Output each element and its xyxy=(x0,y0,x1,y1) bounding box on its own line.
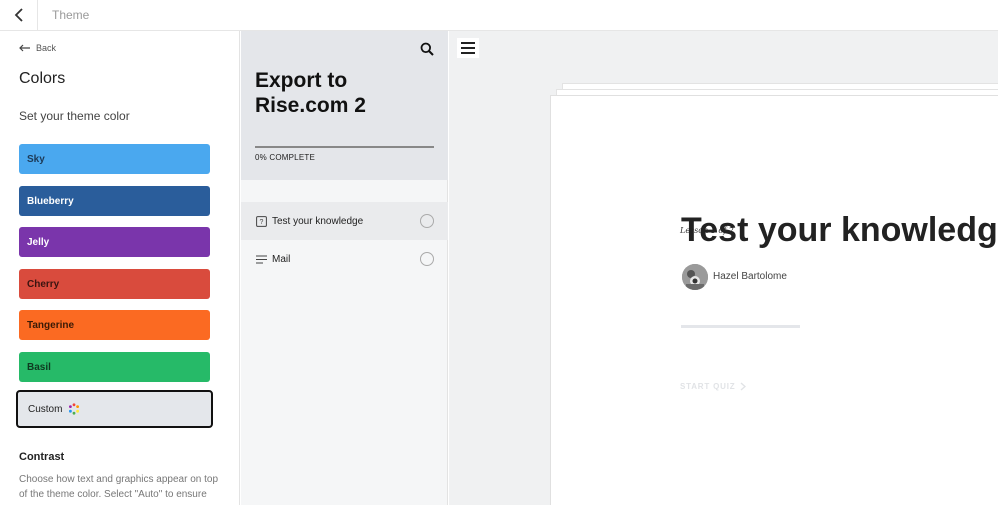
swatch-custom[interactable]: Custom xyxy=(16,390,213,428)
outline-header: Export to Rise.com 2 0% COMPLETE xyxy=(241,31,448,180)
start-quiz-button[interactable]: START QUIZ xyxy=(680,382,747,391)
swatch-label: Custom xyxy=(28,403,63,415)
lesson-page: Lesson 1 of 2 xyxy=(550,95,998,505)
swatch-tangerine[interactable]: Tangerine xyxy=(19,310,210,340)
lesson-item[interactable]: Mail xyxy=(241,240,448,278)
lesson-divider xyxy=(681,325,800,328)
contrast-title: Contrast xyxy=(19,451,65,463)
lesson-item[interactable]: ? Test your knowledge xyxy=(241,202,448,240)
course-progress-text: 0% COMPLETE xyxy=(255,153,315,162)
search-icon[interactable] xyxy=(420,42,434,56)
chevron-left-icon xyxy=(14,8,23,22)
swatch-jelly[interactable]: Jelly xyxy=(19,227,210,257)
swatch-blueberry[interactable]: Blueberry xyxy=(19,186,210,216)
close-panel-button[interactable] xyxy=(0,0,38,31)
hamburger-icon xyxy=(461,42,475,44)
menu-toggle-button[interactable] xyxy=(457,38,479,58)
topbar-title: Theme xyxy=(52,8,90,22)
color-wheel-icon xyxy=(69,403,80,415)
course-outline: Export to Rise.com 2 0% COMPLETE ? Test … xyxy=(241,31,448,505)
swatch-label: Jelly xyxy=(27,236,50,248)
quiz-icon: ? xyxy=(255,215,267,227)
back-link[interactable]: Back xyxy=(19,43,56,53)
chevron-right-icon xyxy=(740,382,747,391)
lesson-status-circle xyxy=(420,214,434,228)
lesson-label: Mail xyxy=(272,253,291,265)
back-label: Back xyxy=(36,43,57,53)
start-quiz-label: START QUIZ xyxy=(680,382,736,391)
lesson-status-circle xyxy=(420,252,434,266)
course-preview: Lesson 1 of 2 xyxy=(449,31,998,505)
hamburger-icon-line xyxy=(461,47,475,49)
avatar xyxy=(682,264,708,290)
lesson-label: Test your knowledge xyxy=(272,215,364,227)
swatch-cherry[interactable]: Cherry xyxy=(19,269,210,299)
theme-settings-panel: Back Colors Set your theme color Sky Blu… xyxy=(0,31,240,505)
hamburger-icon-line xyxy=(461,52,475,54)
course-title: Export to Rise.com 2 xyxy=(255,69,366,117)
author-name: Hazel Bartolome xyxy=(713,271,787,282)
swatch-label: Basil xyxy=(27,361,51,373)
course-progress-bar xyxy=(255,146,434,148)
swatch-sky[interactable]: Sky xyxy=(19,144,210,174)
svg-text:?: ? xyxy=(259,219,263,226)
swatch-label: Tangerine xyxy=(27,319,75,331)
panel-title: Colors xyxy=(19,70,66,87)
swatch-label: Sky xyxy=(27,153,45,165)
swatch-label: Cherry xyxy=(27,278,60,290)
contrast-description: Choose how text and graphics appear on t… xyxy=(19,474,219,500)
lesson-title: Test your knowledge xyxy=(681,211,998,249)
panel-subtitle: Set your theme color xyxy=(19,109,130,123)
text-lines-icon xyxy=(255,253,267,265)
top-bar: Theme xyxy=(0,0,998,31)
swatch-label: Blueberry xyxy=(27,195,74,207)
swatch-basil[interactable]: Basil xyxy=(19,352,210,382)
arrow-left-icon xyxy=(19,44,30,52)
